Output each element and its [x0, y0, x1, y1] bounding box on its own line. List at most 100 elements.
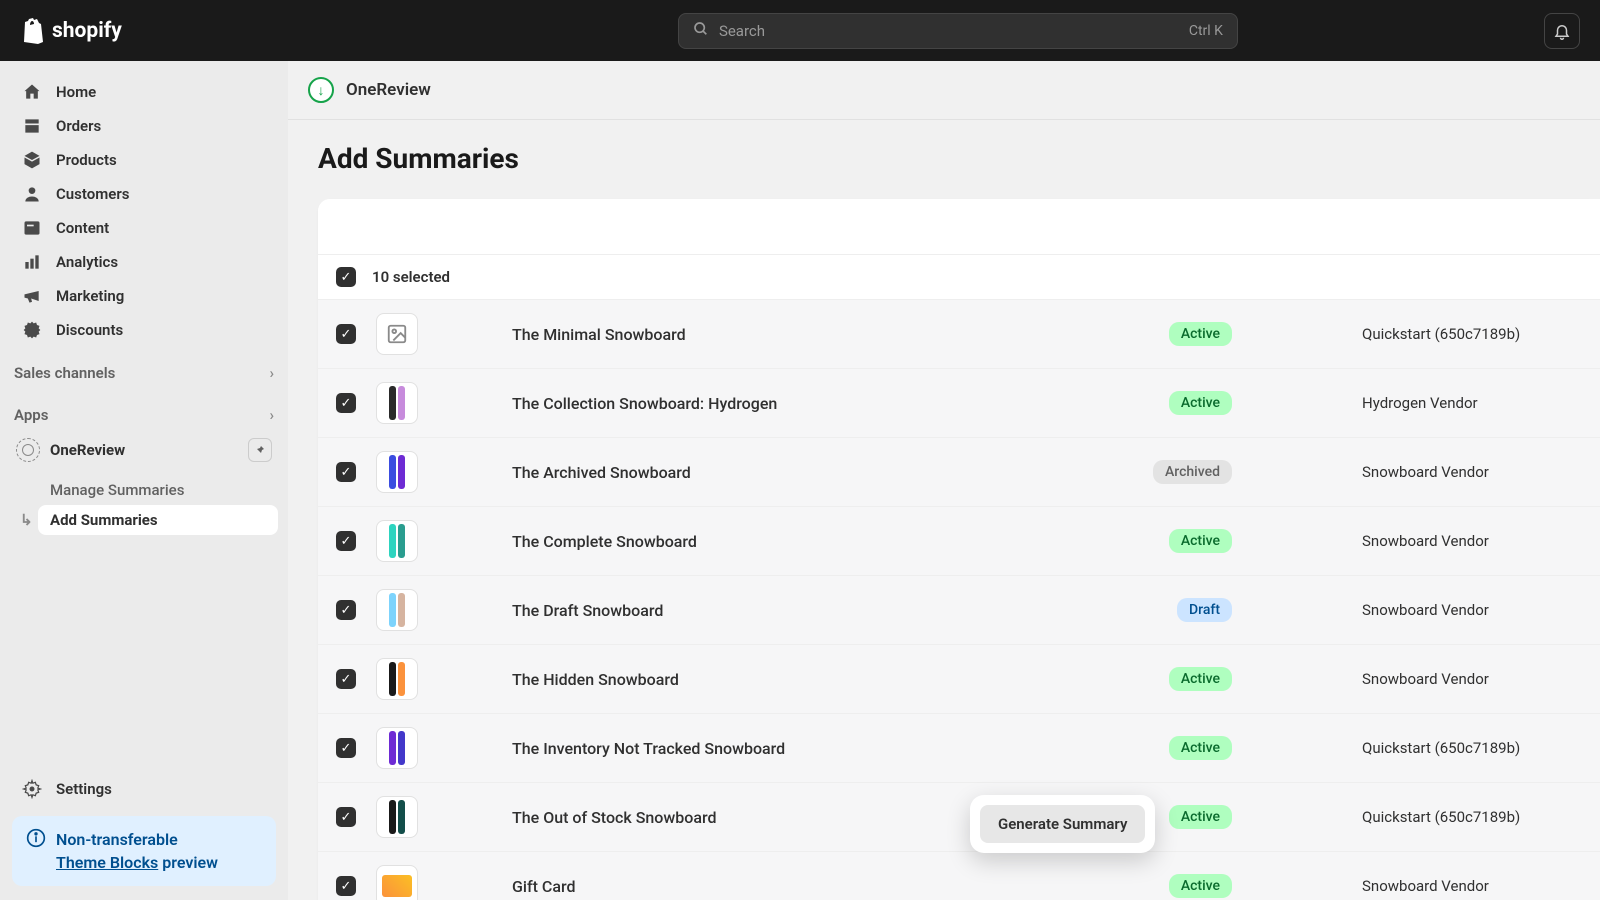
sidebar-app-onereview[interactable]: OneReview	[10, 431, 278, 469]
status-badge: Active	[1169, 736, 1232, 760]
product-vendor: Quickstart (650c7189b)	[1362, 739, 1582, 757]
chevron-right-icon: ›	[269, 364, 274, 382]
logo[interactable]: shopify	[20, 18, 122, 44]
product-vendor: Snowboard Vendor	[1362, 601, 1582, 619]
status-badge: Active	[1169, 391, 1232, 415]
product-vendor: Snowboard Vendor	[1362, 877, 1582, 895]
nav-label: Settings	[56, 780, 112, 798]
product-row[interactable]: ✓ The Inventory Not Tracked SnowboardActi…	[318, 713, 1600, 782]
product-vendor: Snowboard Vendor	[1362, 463, 1582, 481]
product-thumbnail	[376, 451, 418, 493]
product-row[interactable]: ✓The Draft SnowboardDraftSnowboard Vendo…	[318, 575, 1600, 644]
nav-settings[interactable]: Settings	[10, 772, 278, 806]
product-vendor: Quickstart (650c7189b)	[1362, 808, 1582, 826]
info-icon	[26, 828, 46, 852]
status-badge: Draft	[1177, 598, 1232, 622]
pin-icon[interactable]	[248, 438, 272, 462]
apps-header[interactable]: Apps ›	[10, 399, 278, 431]
sidebar: Home Orders Products Customers Content A…	[0, 61, 288, 900]
product-thumbnail	[376, 658, 418, 700]
nav-label: Customers	[56, 185, 129, 203]
row-checkbox[interactable]: ✓	[336, 876, 356, 896]
row-checkbox[interactable]: ✓	[336, 531, 356, 551]
nav-home[interactable]: Home	[10, 75, 278, 109]
nav-label: Discounts	[56, 321, 123, 339]
nav-discounts[interactable]: Discounts	[10, 313, 278, 347]
search-input[interactable]: Search Ctrl K	[678, 13, 1238, 49]
row-checkbox[interactable]: ✓	[336, 807, 356, 827]
row-checkbox[interactable]: ✓	[336, 669, 356, 689]
notifications-button[interactable]	[1544, 13, 1580, 49]
nav-label: Products	[56, 151, 117, 169]
product-row[interactable]: ✓ The Collection Snowboard: HydrogenActiv…	[318, 368, 1600, 437]
app-placeholder-icon	[16, 438, 40, 462]
shopify-bag-icon	[20, 18, 44, 44]
status-badge: Active	[1169, 874, 1232, 898]
nav-label: Analytics	[56, 253, 118, 271]
nav-customers[interactable]: Customers	[10, 177, 278, 211]
product-thumbnail	[376, 865, 418, 900]
product-name: The Collection Snowboard: Hydrogen	[512, 394, 1169, 413]
status-badge: Active	[1169, 667, 1232, 691]
product-row[interactable]: ✓The Minimal SnowboardActiveQuickstart (…	[318, 299, 1600, 368]
product-name: The Inventory Not Tracked Snowboard	[512, 739, 1169, 758]
product-thumbnail	[376, 796, 418, 838]
status-badge: Active	[1169, 805, 1232, 829]
main-content: ↓ OneReview Add Summaries ✓ 10 selected …	[288, 61, 1600, 900]
row-checkbox[interactable]: ✓	[336, 324, 356, 344]
app-header: ↓ OneReview	[288, 61, 1600, 120]
nav-marketing[interactable]: Marketing	[10, 279, 278, 313]
product-vendor: Snowboard Vendor	[1362, 532, 1582, 550]
product-name: The Archived Snowboard	[512, 463, 1153, 482]
product-row[interactable]: ✓ Gift CardActive Snowboard Vendor	[318, 851, 1600, 900]
app-icon: ↓	[308, 77, 334, 103]
row-checkbox[interactable]: ✓	[336, 393, 356, 413]
selection-header: ✓ 10 selected	[318, 255, 1600, 299]
row-checkbox[interactable]: ✓	[336, 600, 356, 620]
nav-label: Orders	[56, 117, 101, 135]
product-row[interactable]: ✓The Complete SnowboardActiveSnowboard V…	[318, 506, 1600, 575]
corner-arrow-icon: ↳	[20, 511, 33, 529]
status-badge: Archived	[1153, 460, 1232, 484]
app-title: OneReview	[346, 80, 431, 100]
row-checkbox[interactable]: ✓	[336, 738, 356, 758]
product-name: Gift Card	[512, 877, 1169, 896]
product-vendor: Quickstart (650c7189b)	[1362, 325, 1582, 343]
subnav-manage-summaries[interactable]: Manage Summaries	[38, 475, 278, 505]
product-thumbnail	[376, 382, 418, 424]
page-title: Add Summaries	[288, 120, 1600, 199]
generate-summary-button[interactable]: Generate Summary	[980, 805, 1145, 843]
select-all-checkbox[interactable]: ✓	[336, 267, 356, 287]
nav-content[interactable]: Content	[10, 211, 278, 245]
search-icon	[693, 21, 709, 41]
nav-label: Marketing	[56, 287, 124, 305]
product-vendor: Hydrogen Vendor	[1362, 394, 1582, 412]
product-name: The Minimal Snowboard	[512, 325, 1169, 344]
nav-label: Content	[56, 219, 109, 237]
product-thumbnail	[376, 727, 418, 769]
nav-orders[interactable]: Orders	[10, 109, 278, 143]
row-checkbox[interactable]: ✓	[336, 462, 356, 482]
theme-blocks-banner[interactable]: Non-transferable Theme Blocks preview	[12, 816, 276, 886]
product-row[interactable]: ✓The Out of Stock SnowboardActiveQuickst…	[318, 782, 1600, 851]
nav-analytics[interactable]: Analytics	[10, 245, 278, 279]
card-toolbar	[318, 199, 1600, 255]
floating-action-bar: Generate Summary	[970, 795, 1155, 853]
subnav-add-summaries[interactable]: ↳ Add Summaries	[38, 505, 278, 535]
product-row[interactable]: ✓ The Archived SnowboardArchived Snowboard…	[318, 437, 1600, 506]
product-thumbnail	[376, 589, 418, 631]
product-name: The Hidden Snowboard	[512, 670, 1169, 689]
sales-channels-header[interactable]: Sales channels ›	[10, 357, 278, 389]
product-row[interactable]: ✓The Hidden SnowboardActiveSnowboard Ven…	[318, 644, 1600, 713]
selected-count: 10 selected	[372, 268, 450, 286]
brand-name: shopify	[52, 19, 122, 43]
search-placeholder: Search	[719, 22, 1189, 40]
product-thumbnail	[376, 313, 418, 355]
product-thumbnail	[376, 520, 418, 562]
products-card: ✓ 10 selected ✓ The Minimal Snowboard Acti…	[318, 199, 1600, 900]
search-shortcut: Ctrl K	[1189, 23, 1223, 39]
nav-products[interactable]: Products	[10, 143, 278, 177]
status-badge: Active	[1169, 529, 1232, 553]
topbar: shopify Search Ctrl K	[0, 0, 1600, 61]
nav-label: Home	[56, 83, 96, 101]
